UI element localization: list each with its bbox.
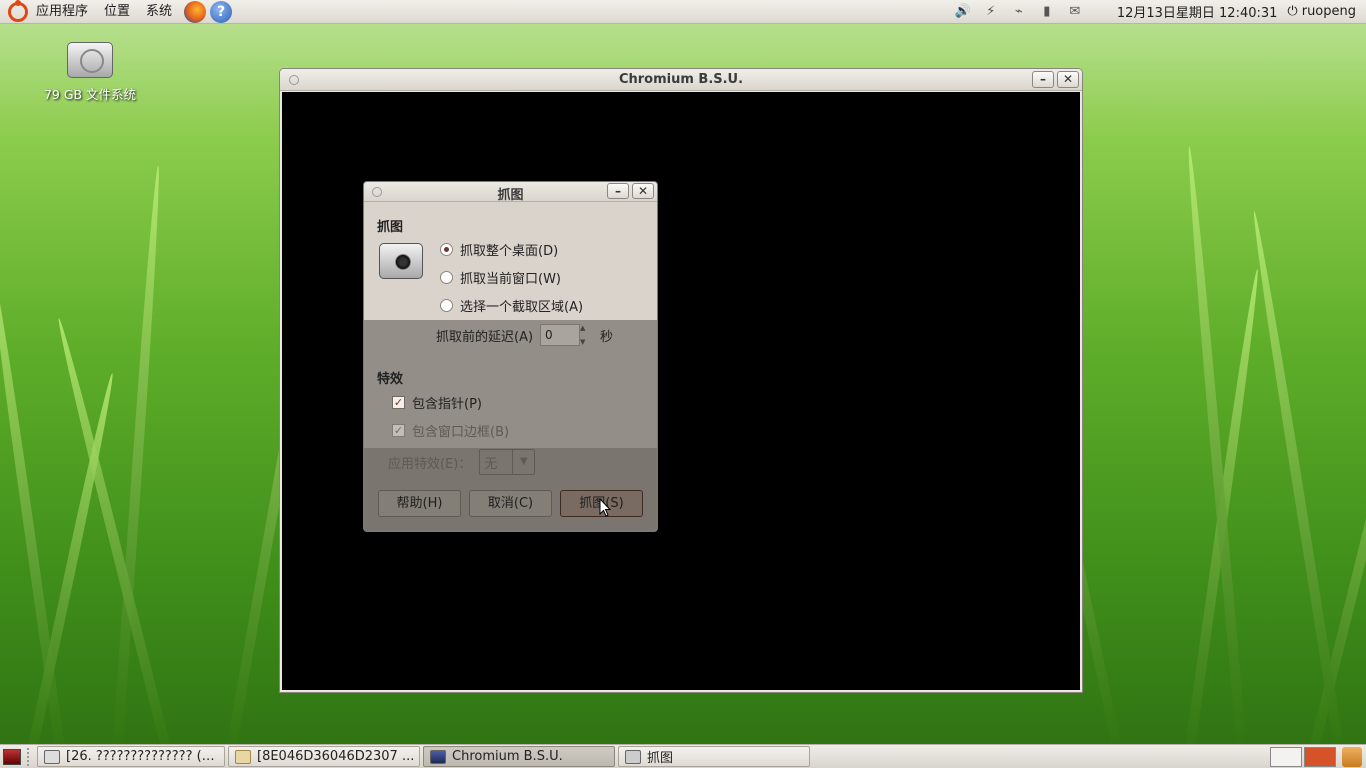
help-button[interactable]: 帮助(H) xyxy=(378,490,461,517)
radio-select-area[interactable] xyxy=(440,299,453,312)
option-select-area-label: 选择一个截取区域(A) xyxy=(460,300,584,315)
window-titlebar[interactable]: Chromium B.S.U. – ✕ xyxy=(280,69,1082,91)
menu-places[interactable]: 位置 xyxy=(96,0,138,24)
apply-effect-row: 应用特效(E)： 无 ▼ xyxy=(388,449,536,475)
system-tray: 🔊 ⚡ ⌁ ▮ ✉ 12月13日星期日 12:40:31 ⏻ ruopeng xyxy=(949,0,1366,24)
include-border-label: 包含窗口边框(B) xyxy=(412,425,510,440)
workspace-2[interactable] xyxy=(1304,746,1336,767)
hard-drive-icon xyxy=(67,42,113,78)
task-label: [8E046D36046D2307 ... xyxy=(257,749,415,764)
include-pointer-checkbox[interactable]: ✓ xyxy=(392,396,405,409)
trash-icon[interactable] xyxy=(1342,746,1362,767)
help-launcher-icon[interactable]: ? xyxy=(210,0,233,23)
task-file-manager[interactable]: [8E046D36046D2307 ... xyxy=(228,746,420,767)
spin-down-icon[interactable]: ▼ xyxy=(580,338,592,346)
option-select-area[interactable]: 选择一个截取区域(A) xyxy=(440,296,583,315)
dialog-minimize-button[interactable]: – xyxy=(607,183,629,199)
apply-effect-value: 无 xyxy=(484,456,498,472)
panel-handle[interactable] xyxy=(27,747,31,766)
desktop-drive-item[interactable]: 79 GB 文件系统 xyxy=(40,42,140,103)
task-label: [26. ?????????????? (… xyxy=(66,749,215,764)
mail-icon[interactable]: ✉ xyxy=(1066,4,1084,20)
task-label: 抓图 xyxy=(647,751,674,766)
option-whole-desktop-label: 抓取整个桌面(D) xyxy=(460,244,559,259)
menu-applications[interactable]: 应用程序 xyxy=(28,0,96,24)
radio-whole-desktop[interactable] xyxy=(440,243,453,256)
bottom-panel: [26. ?????????????? (… [8E046D36046D2307… xyxy=(0,744,1366,768)
grab-section-title: 抓图 xyxy=(377,220,404,235)
effects-section-title: 特效 xyxy=(377,372,404,387)
user-menu[interactable]: ⏻ ruopeng xyxy=(1287,4,1366,19)
cancel-button[interactable]: 取消(C) xyxy=(469,490,552,517)
workspace-1[interactable] xyxy=(1270,746,1302,767)
task-screenshot-dialog[interactable]: 抓图 xyxy=(618,746,810,767)
dialog-close-button[interactable]: ✕ xyxy=(632,183,654,199)
firefox-launcher-icon[interactable] xyxy=(184,0,207,23)
option-current-window[interactable]: 抓取当前窗口(W) xyxy=(440,268,561,287)
top-panel: 应用程序 位置 系统 ? 🔊 ⚡ ⌁ ▮ ✉ 12月13日星期日 12:40:3… xyxy=(0,0,1366,24)
apply-effect-label: 应用特效(E)： xyxy=(388,456,472,472)
include-pointer-label: 包含指针(P) xyxy=(412,397,482,412)
menu-system[interactable]: 系统 xyxy=(138,0,180,24)
dialog-titlebar[interactable]: 抓图 – ✕ xyxy=(364,182,657,203)
workspace-switcher xyxy=(1270,746,1366,767)
mouse-pointer-icon xyxy=(599,498,611,517)
ubuntu-logo-icon[interactable] xyxy=(8,0,28,22)
task-chromium-bsu[interactable]: Chromium B.S.U. xyxy=(423,746,615,767)
option-whole-desktop[interactable]: 抓取整个桌面(D) xyxy=(440,240,558,259)
delay-row: 抓取前的延迟(A) 0 ▲ ▼ 秒 xyxy=(436,324,613,346)
radio-current-window[interactable] xyxy=(440,271,453,284)
option-current-window-label: 抓取当前窗口(W) xyxy=(460,272,561,287)
wired-network-icon[interactable]: ⌁ xyxy=(1010,4,1028,20)
apply-effect-select[interactable]: 无 ▼ xyxy=(479,449,536,475)
spaceship-icon xyxy=(430,749,446,764)
delay-label: 抓取前的延迟(A) xyxy=(436,329,534,345)
screenshot-dialog: 抓图 – ✕ 抓图 抓取整个桌面(D) 抓取当前窗口(W) 选择一个截取区域(A… xyxy=(363,181,658,532)
task-screenshot-folder[interactable]: [26. ?????????????? (… xyxy=(37,746,225,767)
user-name: ruopeng xyxy=(1301,4,1356,19)
folder-icon xyxy=(235,749,251,764)
spin-up-icon[interactable]: ▲ xyxy=(580,324,592,332)
include-border-row[interactable]: ✓ 包含窗口边框(B) xyxy=(392,421,509,440)
power-icon: ⏻ xyxy=(1287,4,1298,19)
include-pointer-row[interactable]: ✓ 包含指针(P) xyxy=(392,393,482,412)
spin-arrows[interactable]: ▲ ▼ xyxy=(580,324,592,346)
minimize-button[interactable]: – xyxy=(1032,71,1054,88)
network-icon[interactable]: ⚡ xyxy=(982,4,1000,20)
task-label: Chromium B.S.U. xyxy=(452,749,563,764)
camera-icon xyxy=(625,749,641,764)
close-button[interactable]: ✕ xyxy=(1057,71,1079,88)
clock[interactable]: 12月13日星期日 12:40:31 xyxy=(1089,2,1288,21)
delay-spinbox[interactable]: 0 xyxy=(540,324,581,346)
window-title: Chromium B.S.U. xyxy=(618,72,744,87)
chevron-down-icon: ▼ xyxy=(512,450,534,474)
volume-icon[interactable]: 🔊 xyxy=(954,4,972,20)
battery-icon[interactable]: ▮ xyxy=(1038,4,1056,20)
show-desktop-icon[interactable] xyxy=(3,748,21,765)
camera-icon xyxy=(379,243,423,279)
desktop-drive-label: 79 GB 文件系统 xyxy=(43,87,137,102)
screenshot-app-icon xyxy=(44,749,60,764)
delay-unit: 秒 xyxy=(600,329,614,345)
include-border-checkbox[interactable]: ✓ xyxy=(392,424,405,437)
